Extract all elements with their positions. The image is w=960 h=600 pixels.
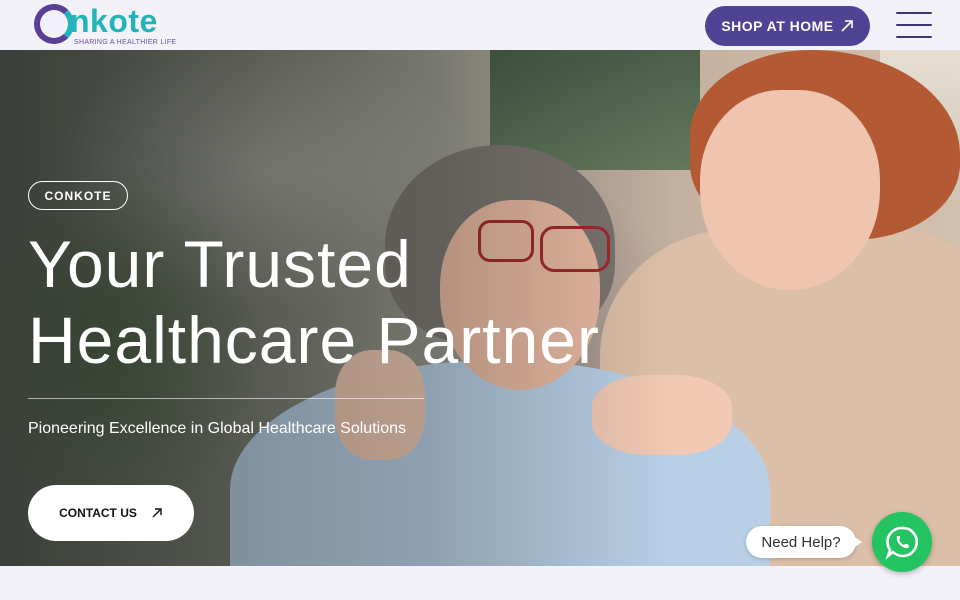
hero-headline: Your Trusted Healthcare Partner [28, 226, 728, 378]
logo-wordmark: nkote [70, 3, 158, 39]
arrow-up-right-icon [152, 508, 162, 518]
hamburger-menu-icon[interactable] [896, 12, 932, 38]
whatsapp-icon [885, 526, 919, 560]
hero-headline-line: Your Trusted [28, 227, 412, 301]
menu-line [896, 24, 932, 26]
whatsapp-chat-button[interactable] [872, 512, 932, 572]
contact-us-button[interactable]: CONTACT US [28, 485, 194, 541]
site-header: nkote SHARING A HEALTHIER LIFE SHOP AT H… [0, 0, 960, 50]
hero-headline-line: Healthcare Partner [28, 303, 600, 377]
shop-at-home-button[interactable]: SHOP AT HOME [705, 6, 870, 46]
hero-badge: CONKOTE [28, 181, 128, 210]
need-help-bubble[interactable]: Need Help? [746, 526, 862, 558]
menu-line [896, 12, 932, 14]
arrow-up-right-icon [841, 20, 853, 32]
logo-c-mark [34, 4, 74, 44]
next-section-background [0, 566, 960, 600]
contact-us-label: CONTACT US [59, 506, 137, 520]
hero-subtitle: Pioneering Excellence in Global Healthca… [28, 420, 406, 437]
logo-tagline: SHARING A HEALTHIER LIFE [74, 39, 177, 46]
brand-logo[interactable]: nkote SHARING A HEALTHIER LIFE [32, 2, 192, 48]
menu-line [896, 36, 932, 38]
hero-divider [28, 398, 424, 399]
hero-section: CONKOTE Your Trusted Healthcare Partner … [0, 50, 960, 566]
shop-at-home-label: SHOP AT HOME [721, 18, 834, 34]
